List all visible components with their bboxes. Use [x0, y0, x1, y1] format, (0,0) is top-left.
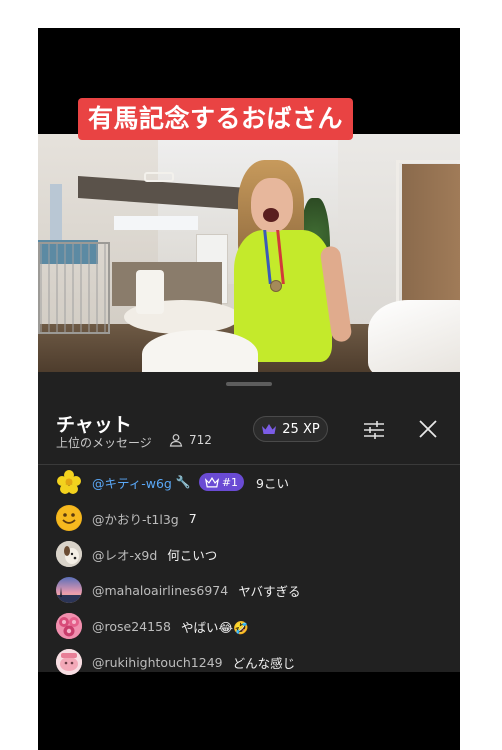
username[interactable]: @rukihightouch1249: [92, 655, 223, 670]
video-scene-cage: [38, 242, 110, 334]
chat-panel: チャット 上位のメッセージ 712 25 XP @キティ-w6g 🔧 #1 9こ…: [38, 372, 460, 675]
drag-handle[interactable]: [226, 382, 272, 386]
chat-divider: [38, 464, 460, 465]
message-text: 何こいつ: [167, 547, 218, 563]
rank-badge: #1: [198, 473, 245, 491]
wrench-icon: 🔧: [175, 475, 191, 489]
person-icon: [169, 434, 183, 447]
crown-icon: [262, 424, 277, 434]
roses-avatar-icon: [56, 613, 82, 639]
video-person-face: [251, 178, 293, 232]
avatar[interactable]: [56, 613, 82, 639]
video-scene-cushion: [142, 330, 258, 372]
username[interactable]: @rose24158: [92, 619, 171, 634]
smiley-avatar-icon: [57, 506, 81, 530]
chat-message[interactable]: @rose24158 やばい😂🤣: [56, 612, 249, 640]
chat-message[interactable]: @かおり-t1l3g 7: [56, 504, 197, 532]
dog-avatar-icon: [56, 541, 82, 567]
chat-title: チャット: [56, 414, 132, 436]
username[interactable]: @かおり-t1l3g: [92, 509, 179, 528]
video-scene-counter: [112, 262, 222, 306]
avatar[interactable]: [56, 577, 82, 603]
flower-avatar-icon: [57, 470, 81, 494]
username[interactable]: @mahaloairlines6974: [92, 583, 228, 598]
video-scene-lamp: [144, 172, 174, 182]
message-text: どんな感じ: [232, 655, 296, 671]
viewer-count-value: 712: [189, 433, 212, 447]
phone-screen: 有馬記念するおばさん チャット 上位のメッセージ 712 25 XP @キティ-…: [38, 28, 460, 750]
close-icon: [419, 420, 437, 438]
filter-button[interactable]: [362, 419, 386, 441]
username[interactable]: @キティ-w6g: [92, 473, 172, 492]
chat-message[interactable]: @mahaloairlines6974 ヤバすぎる: [56, 576, 300, 604]
chat-sort-label[interactable]: 上位のメッセージ: [56, 434, 152, 451]
message-text: 7: [188, 510, 197, 526]
sunset-avatar-icon: [56, 577, 82, 603]
crown-icon: [204, 476, 219, 487]
message-text: やばい😂🤣: [180, 619, 249, 635]
video-scene-cushion-right: [368, 300, 460, 372]
video-scene-kitchen-window: [114, 216, 198, 230]
avatar[interactable]: [56, 541, 82, 567]
message-text: 9こい: [256, 475, 289, 491]
sliders-icon: [364, 421, 384, 439]
avatar[interactable]: [56, 649, 82, 675]
viewer-count: 712: [169, 433, 212, 447]
chat-message[interactable]: @rukihightouch1249 どんな感じ: [56, 648, 295, 676]
chat-message[interactable]: @レオ-x9d 何こいつ: [56, 540, 217, 568]
pink-avatar-icon: [56, 649, 82, 675]
xp-label: 25 XP: [282, 421, 320, 437]
rank-badge-label: #1: [221, 475, 239, 489]
video-caption: 有馬記念するおばさん: [78, 98, 354, 140]
medal: [270, 280, 282, 292]
video-player[interactable]: [38, 134, 460, 372]
xp-button[interactable]: 25 XP: [253, 416, 328, 442]
video-scene-chair: [136, 270, 164, 314]
video-person-mouth: [263, 208, 279, 222]
message-text: ヤバすぎる: [238, 583, 301, 599]
chat-message[interactable]: @キティ-w6g 🔧 #1 9こい: [56, 468, 289, 496]
avatar[interactable]: [56, 469, 82, 495]
avatar[interactable]: [56, 505, 82, 531]
username[interactable]: @レオ-x9d: [92, 545, 157, 564]
close-button[interactable]: [416, 417, 440, 441]
